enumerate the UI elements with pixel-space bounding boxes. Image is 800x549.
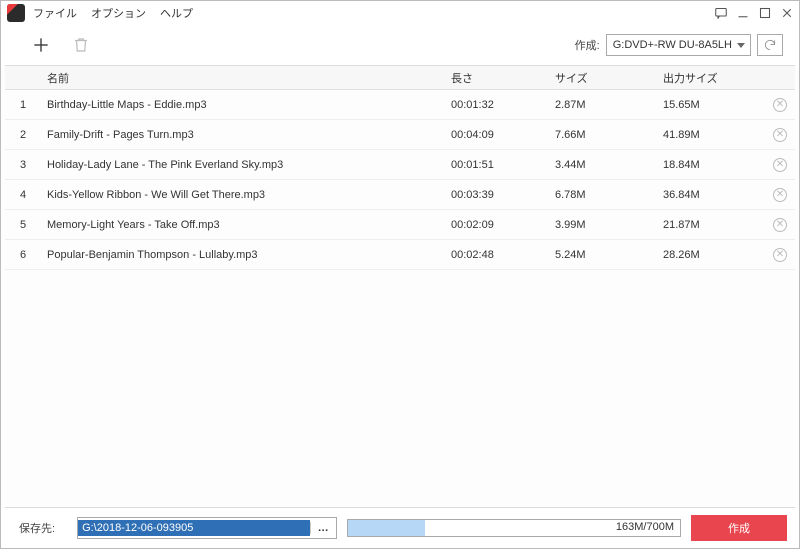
footer: 保存先: … 163M/700M 作成 — [1, 508, 799, 548]
menu-file[interactable]: ファイル — [33, 5, 77, 21]
row-length: 00:04:09 — [445, 129, 549, 141]
delete-button[interactable] — [69, 33, 93, 57]
row-filename: Memory-Light Years - Take Off.mp3 — [41, 219, 445, 231]
add-button[interactable] — [29, 33, 53, 57]
disc-capacity-fill — [348, 520, 425, 536]
toolbar: 作成: G:DVD+-RW DU-8A5LH — [1, 25, 799, 65]
table-row[interactable]: 1Birthday-Little Maps - Eddie.mp300:01:3… — [5, 90, 795, 120]
row-filename: Holiday-Lady Lane - The Pink Everland Sk… — [41, 159, 445, 171]
app-window: ファイル オプション ヘルプ 作成: G:DVD+-RW DU-8A5LH — [0, 0, 800, 549]
col-output[interactable]: 出力サイズ — [657, 70, 765, 86]
window-controls — [715, 7, 793, 19]
disc-capacity-text: 163M/700M — [616, 521, 674, 533]
row-length: 00:02:48 — [445, 249, 549, 261]
remove-row-icon[interactable]: ✕ — [773, 218, 787, 232]
row-index: 3 — [5, 159, 41, 171]
row-length: 00:01:32 — [445, 99, 549, 111]
create-button[interactable]: 作成 — [691, 515, 787, 541]
table-row[interactable]: 4Kids-Yellow Ribbon - We Will Get There.… — [5, 180, 795, 210]
row-index: 1 — [5, 99, 41, 111]
col-name[interactable]: 名前 — [41, 70, 445, 86]
row-index: 5 — [5, 219, 41, 231]
row-output-size: 18.84M — [657, 159, 765, 171]
row-filename: Kids-Yellow Ribbon - We Will Get There.m… — [41, 189, 445, 201]
drive-select[interactable]: G:DVD+-RW DU-8A5LH — [606, 34, 751, 56]
drive-select-value: G:DVD+-RW DU-8A5LH — [613, 39, 732, 51]
row-output-size: 15.65M — [657, 99, 765, 111]
remove-row-icon[interactable]: ✕ — [773, 128, 787, 142]
row-output-size: 41.89M — [657, 129, 765, 141]
close-icon[interactable] — [781, 7, 793, 19]
row-index: 6 — [5, 249, 41, 261]
col-length[interactable]: 長さ — [445, 70, 549, 86]
remove-row-icon[interactable]: ✕ — [773, 248, 787, 262]
row-output-size: 21.87M — [657, 219, 765, 231]
minimize-icon[interactable] — [737, 7, 749, 19]
disc-capacity-bar: 163M/700M — [347, 519, 681, 537]
row-delete: ✕ — [765, 248, 795, 262]
row-delete: ✕ — [765, 218, 795, 232]
row-size: 6.78M — [549, 189, 657, 201]
row-delete: ✕ — [765, 188, 795, 202]
menu-bar: ファイル オプション ヘルプ — [33, 5, 193, 21]
row-output-size: 36.84M — [657, 189, 765, 201]
feedback-icon[interactable] — [715, 7, 727, 19]
row-size: 2.87M — [549, 99, 657, 111]
file-table: 名前 長さ サイズ 出力サイズ 1Birthday-Little Maps - … — [5, 65, 795, 508]
table-row[interactable]: 3Holiday-Lady Lane - The Pink Everland S… — [5, 150, 795, 180]
save-path-input[interactable] — [78, 520, 310, 536]
row-delete: ✕ — [765, 158, 795, 172]
titlebar: ファイル オプション ヘルプ — [1, 1, 799, 25]
remove-row-icon[interactable]: ✕ — [773, 188, 787, 202]
row-length: 00:01:51 — [445, 159, 549, 171]
row-delete: ✕ — [765, 98, 795, 112]
table-row[interactable]: 5Memory-Light Years - Take Off.mp300:02:… — [5, 210, 795, 240]
app-logo-icon — [7, 4, 25, 22]
col-size[interactable]: サイズ — [549, 70, 657, 86]
table-row[interactable]: 2Family-Drift - Pages Turn.mp300:04:097.… — [5, 120, 795, 150]
table-body: 1Birthday-Little Maps - Eddie.mp300:01:3… — [5, 90, 795, 507]
maximize-icon[interactable] — [759, 7, 771, 19]
row-index: 4 — [5, 189, 41, 201]
browse-button[interactable]: … — [310, 522, 336, 534]
save-path-field: … — [77, 517, 337, 539]
row-filename: Birthday-Little Maps - Eddie.mp3 — [41, 99, 445, 111]
row-filename: Family-Drift - Pages Turn.mp3 — [41, 129, 445, 141]
row-size: 3.99M — [549, 219, 657, 231]
refresh-button[interactable] — [757, 34, 783, 56]
row-index: 2 — [5, 129, 41, 141]
create-target-label: 作成: — [575, 37, 600, 53]
row-output-size: 28.26M — [657, 249, 765, 261]
table-row[interactable]: 6Popular-Benjamin Thompson - Lullaby.mp3… — [5, 240, 795, 270]
row-size: 7.66M — [549, 129, 657, 141]
row-length: 00:03:39 — [445, 189, 549, 201]
remove-row-icon[interactable]: ✕ — [773, 98, 787, 112]
menu-options[interactable]: オプション — [91, 5, 146, 21]
menu-help[interactable]: ヘルプ — [160, 5, 193, 21]
save-to-label: 保存先: — [19, 520, 55, 536]
row-length: 00:02:09 — [445, 219, 549, 231]
row-delete: ✕ — [765, 128, 795, 142]
table-header: 名前 長さ サイズ 出力サイズ — [5, 66, 795, 90]
row-size: 5.24M — [549, 249, 657, 261]
row-filename: Popular-Benjamin Thompson - Lullaby.mp3 — [41, 249, 445, 261]
row-size: 3.44M — [549, 159, 657, 171]
remove-row-icon[interactable]: ✕ — [773, 158, 787, 172]
